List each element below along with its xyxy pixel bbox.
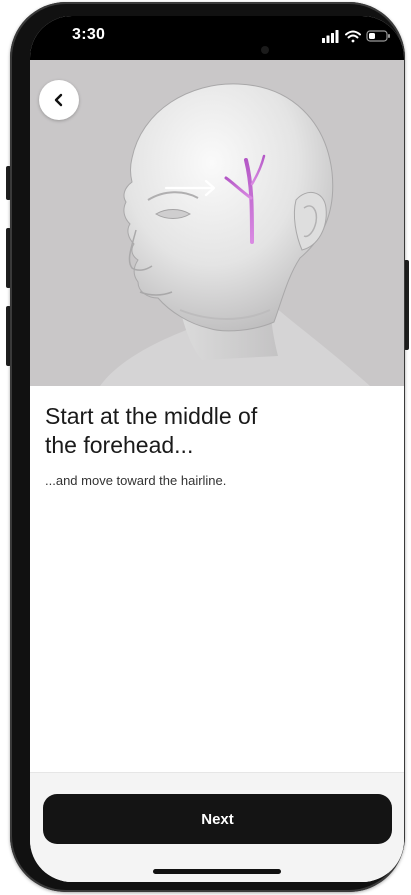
dynamic-notch [169,16,295,48]
signal-icon [322,30,339,43]
back-button[interactable] [39,80,79,120]
hero-illustration [30,60,404,386]
battery-icon [366,30,390,42]
phone-frame: 3:30 Start at the middle of the forehead… [10,2,405,892]
home-indicator[interactable] [153,869,281,874]
head-forehead-illustration [100,83,370,386]
footer-bar: Next [30,772,404,882]
instruction-title-line-1: Start at the middle of [45,403,258,429]
front-camera [261,46,269,54]
instruction-content: Start at the middle of the forehead... .… [30,386,404,772]
chevron-left-icon [54,93,63,107]
wifi-icon [345,30,361,43]
next-button[interactable]: Next [43,794,392,844]
instruction-title-line-2: the forehead... [45,432,194,458]
status-time: 3:30 [72,26,106,43]
status-icons [322,30,390,43]
instruction-subtext: ...and move toward the hairline. [45,473,227,488]
instruction-title: Start at the middle of the forehead... [45,402,345,460]
screen: 3:30 Start at the middle of the forehead… [30,16,404,882]
status-bar: 3:30 [30,16,404,60]
